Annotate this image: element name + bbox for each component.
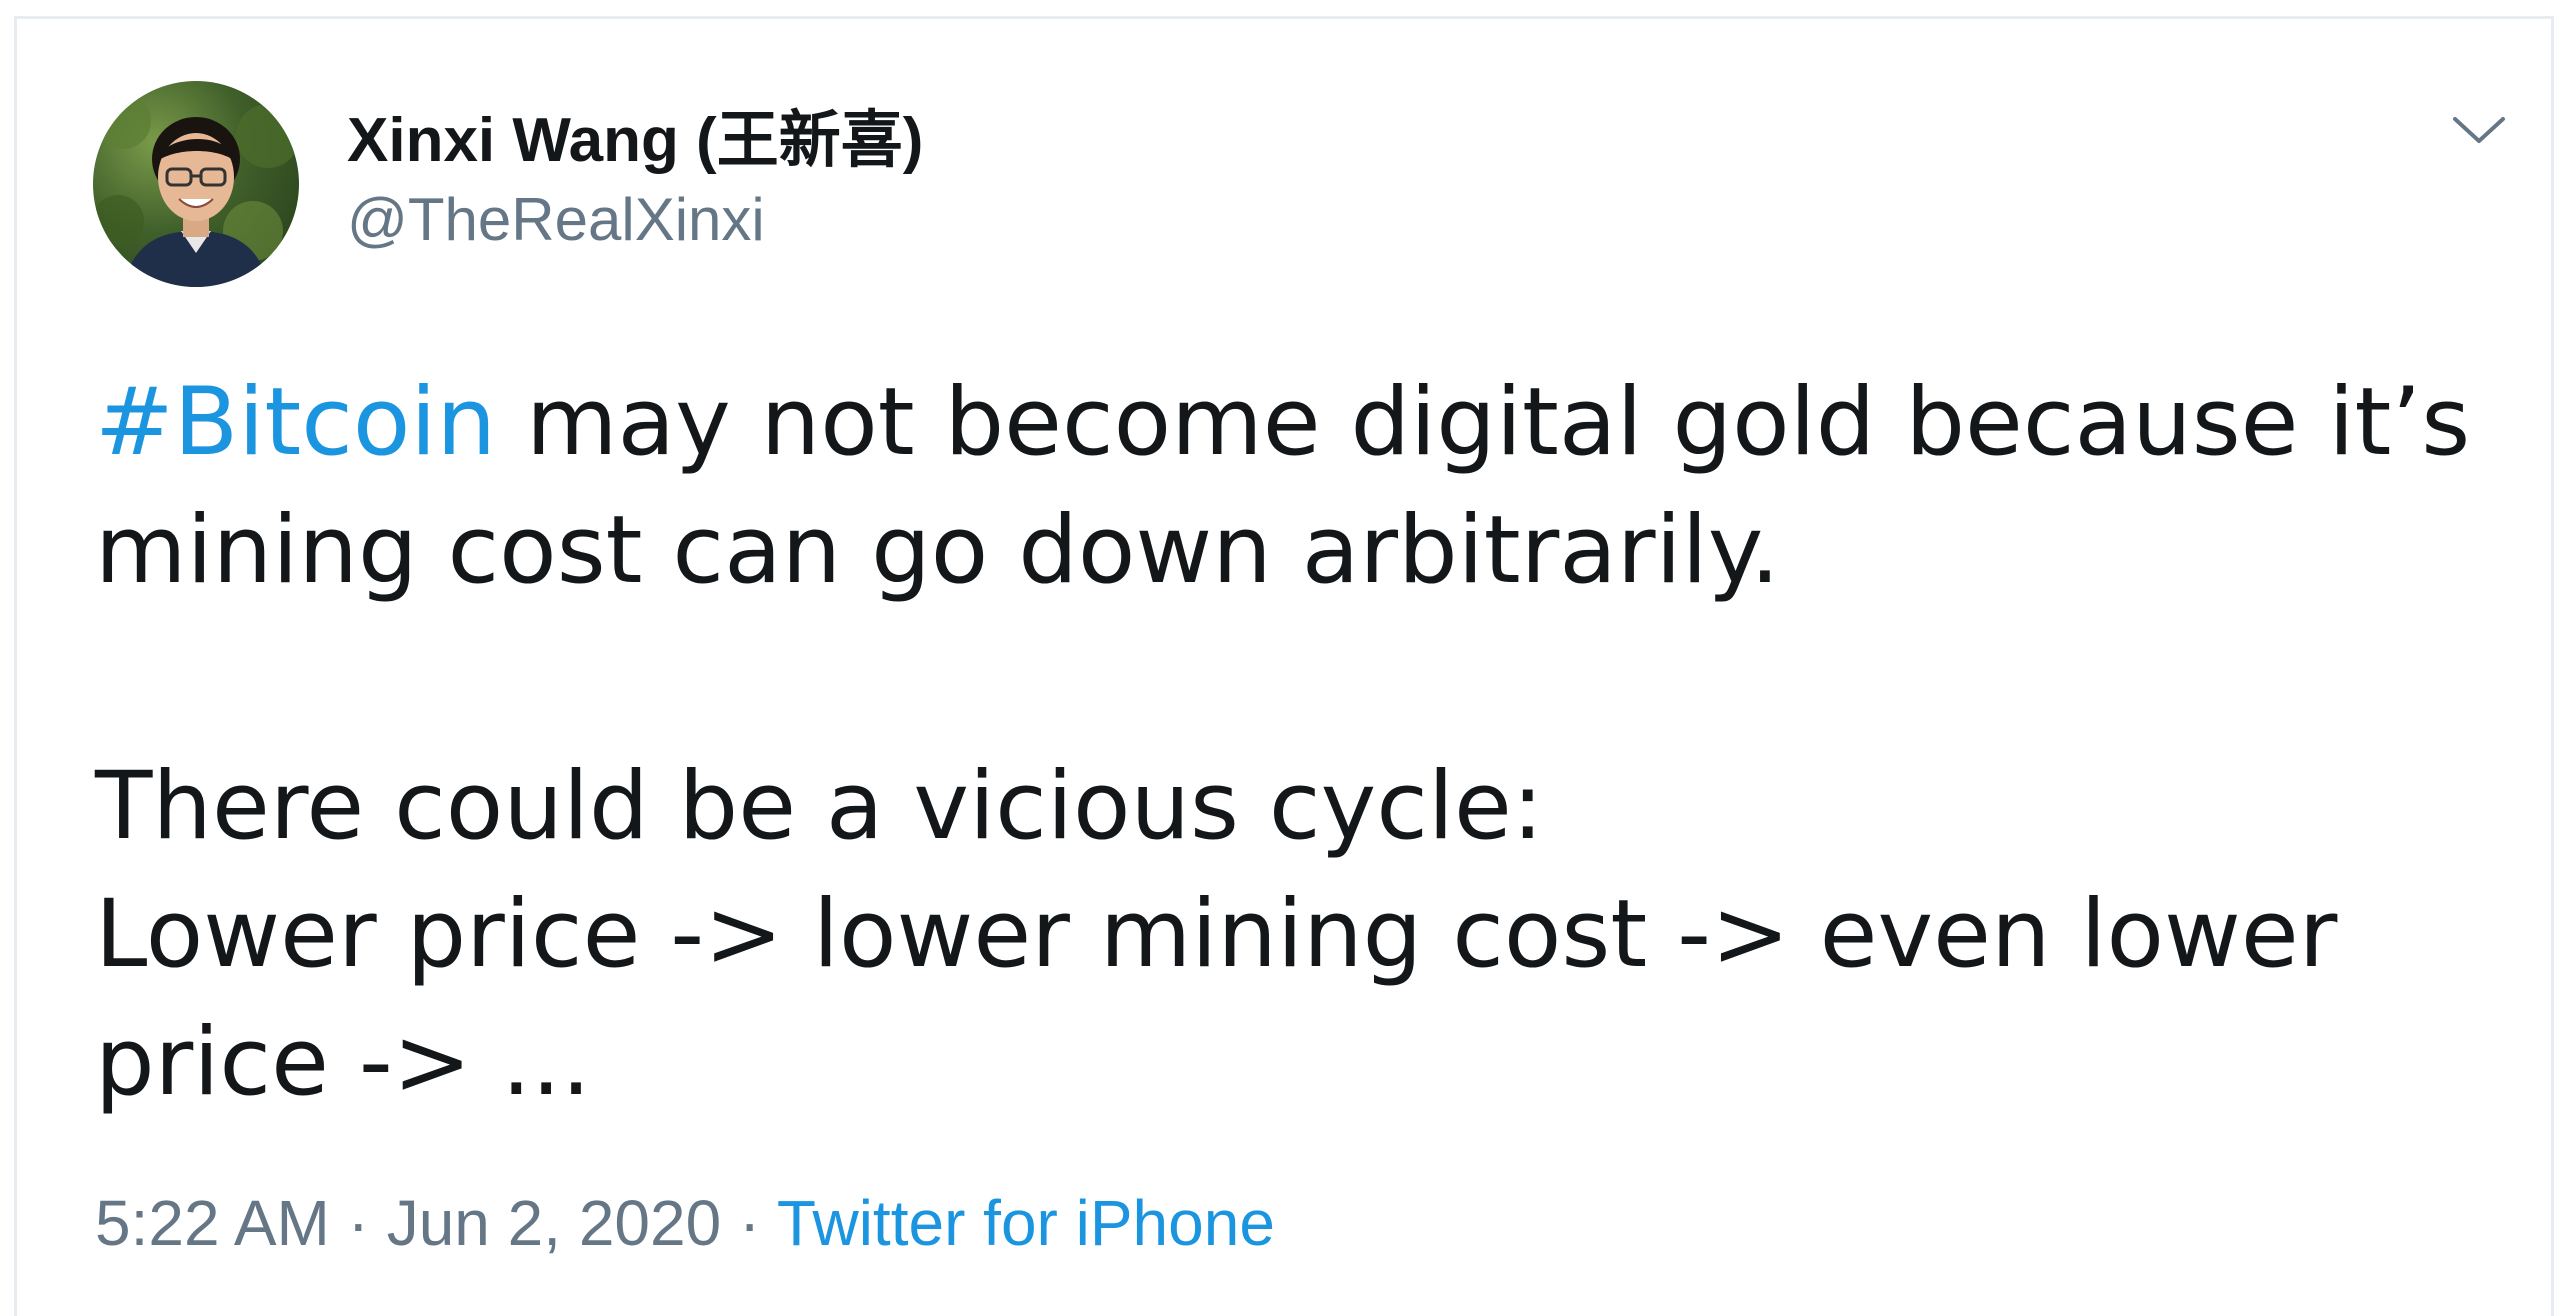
meta-separator: · [721,1187,777,1259]
display-name[interactable]: Xinxi Wang (王新喜) [347,105,923,177]
tweet-text: #Bitcoin may not become digital gold bec… [95,359,2535,1127]
tweet-meta: 5:22 AM · Jun 2, 2020 · Twitter for iPho… [95,1185,1275,1261]
tweet-source-link[interactable]: Twitter for iPhone [777,1187,1275,1259]
user-handle[interactable]: @TheRealXinxi [347,185,765,255]
chevron-down-icon [2453,117,2505,143]
meta-separator: · [329,1187,387,1259]
hashtag-link[interactable]: #Bitcoin [95,368,496,477]
tweet-date[interactable]: Jun 2, 2020 [387,1187,722,1259]
tweet-text-paragraph2: There could be a vicious cycle: Lower pr… [95,752,2338,1117]
tweet-timestamp[interactable]: 5:22 AM [95,1187,330,1259]
tweet-card: Xinxi Wang (王新喜) @TheRealXinxi #Bitcoin … [14,16,2554,1316]
tweet-menu-button[interactable] [2447,111,2511,151]
profile-photo-icon [93,93,299,287]
avatar[interactable] [93,81,299,287]
